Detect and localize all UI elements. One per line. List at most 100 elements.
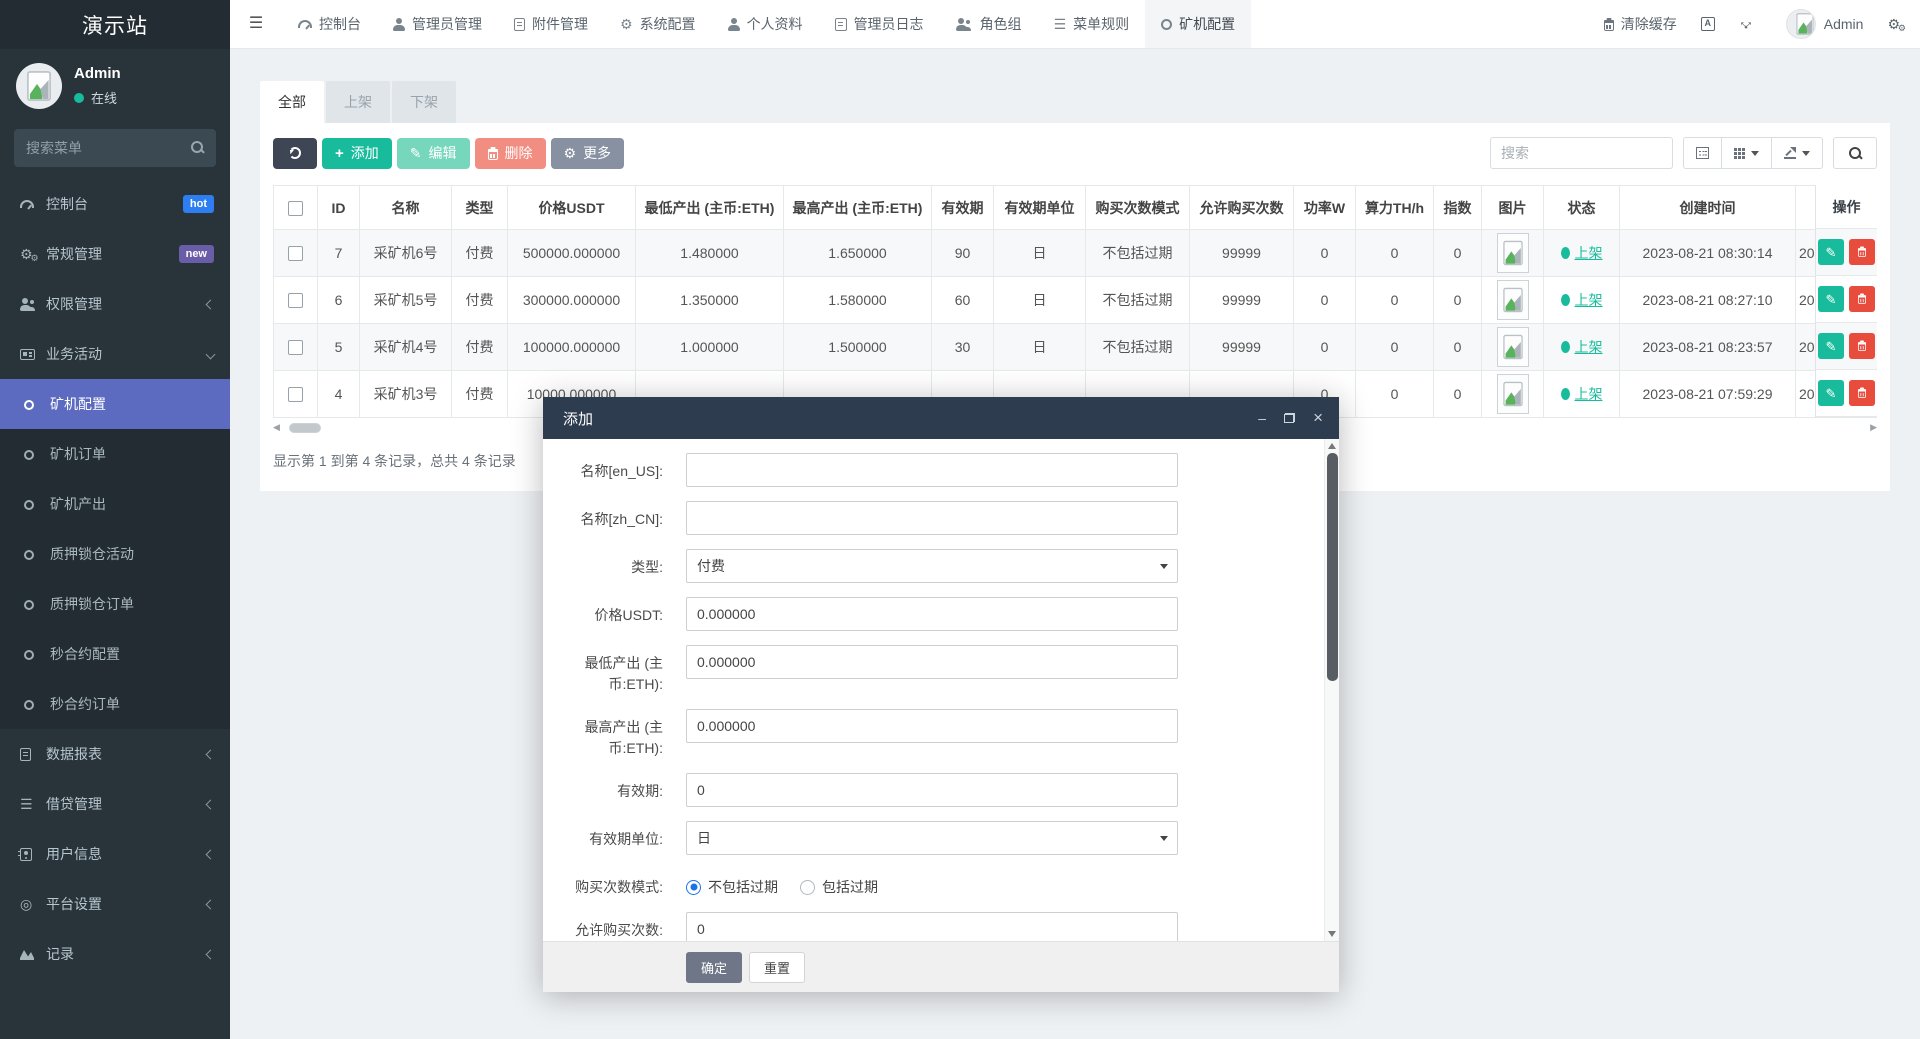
- sidebar-subitem-2[interactable]: 矿机产出: [0, 479, 230, 529]
- select-value: 日: [697, 828, 711, 848]
- scroll-left-icon[interactable]: ◀: [273, 422, 280, 433]
- form-input-3[interactable]: [686, 597, 1178, 631]
- form-input-6[interactable]: [686, 773, 1178, 807]
- sidebar-subitem-0[interactable]: 矿机配置: [0, 379, 230, 429]
- top-nav-item-3[interactable]: ⚙系统配置: [604, 0, 712, 48]
- settings-gears-icon[interactable]: ⚙: [1887, 17, 1900, 31]
- status-label: 上架: [1575, 243, 1603, 263]
- sidebar-item-5[interactable]: ☰借贷管理: [0, 779, 230, 829]
- confirm-button[interactable]: 确定: [686, 952, 742, 983]
- sidebar-item-4[interactable]: 数据报表: [0, 729, 230, 779]
- radio-selected-icon[interactable]: [686, 880, 701, 895]
- status-badge[interactable]: 上架: [1561, 384, 1603, 404]
- row-image-thumbnail[interactable]: [1497, 374, 1529, 414]
- scroll-right-icon[interactable]: ▶: [1870, 422, 1877, 433]
- row-delete-button[interactable]: [1849, 286, 1875, 312]
- row-edit-button[interactable]: ✎: [1818, 380, 1844, 406]
- form-input-5[interactable]: [686, 709, 1178, 743]
- column-header: 图片: [1482, 186, 1544, 230]
- radio-icon[interactable]: [800, 880, 815, 895]
- row-edit-button[interactable]: ✎: [1818, 239, 1844, 265]
- dialog-titlebar[interactable]: 添加 – ×: [543, 397, 1339, 439]
- refresh-button[interactable]: [273, 138, 317, 169]
- row-delete-button[interactable]: [1849, 333, 1875, 359]
- table-search-input[interactable]: [1490, 137, 1673, 169]
- fullscreen-icon[interactable]: [1739, 17, 1754, 32]
- delete-button[interactable]: 删除: [475, 138, 546, 169]
- form-input-4[interactable]: [686, 645, 1178, 679]
- sidebar-item-2[interactable]: 权限管理: [0, 279, 230, 329]
- tab-2[interactable]: 下架: [392, 81, 456, 123]
- radio-option-0[interactable]: 不包括过期: [686, 877, 778, 897]
- sidebar-subitem-6[interactable]: 秒合约订单: [0, 679, 230, 729]
- status-badge[interactable]: 上架: [1561, 243, 1603, 263]
- close-icon[interactable]: ×: [1313, 408, 1323, 428]
- form-select-2[interactable]: 付费: [686, 549, 1178, 583]
- row-delete-button[interactable]: [1849, 239, 1875, 265]
- row-edit-button[interactable]: ✎: [1818, 286, 1844, 312]
- row-image-thumbnail[interactable]: [1497, 280, 1529, 320]
- sidebar-subitem-5[interactable]: 秒合约配置: [0, 629, 230, 679]
- status-badge[interactable]: 上架: [1561, 337, 1603, 357]
- reset-button[interactable]: 重置: [749, 952, 805, 983]
- sidebar-item-1[interactable]: ⚙常规管理new: [0, 229, 230, 279]
- top-nav-item-2[interactable]: 附件管理: [498, 0, 604, 48]
- columns-button[interactable]: [1722, 137, 1772, 169]
- sidebar-subitem-4[interactable]: 质押锁仓订单: [0, 579, 230, 629]
- sidebar-item-8[interactable]: 记录: [0, 929, 230, 979]
- top-nav-item-7[interactable]: ☰菜单规则: [1038, 0, 1146, 48]
- sidebar-subitem-3[interactable]: 质押锁仓活动: [0, 529, 230, 579]
- status-badge[interactable]: 上架: [1561, 290, 1603, 310]
- row-image-thumbnail[interactable]: [1497, 327, 1529, 367]
- sidebar-search-input[interactable]: [14, 129, 216, 167]
- sidebar-item-3[interactable]: 业务活动: [0, 329, 230, 379]
- sidebar-item-6[interactable]: 用户信息: [0, 829, 230, 879]
- top-nav-item-4[interactable]: 个人资料: [712, 0, 819, 48]
- tab-1[interactable]: 上架: [326, 81, 390, 123]
- data-table: ID名称类型价格USDT最低产出 (主币:ETH)最高产出 (主币:ETH)有效…: [273, 185, 1877, 418]
- navbar-user[interactable]: Admin: [1778, 9, 1864, 39]
- advanced-search-button[interactable]: [1833, 137, 1877, 169]
- row-checkbox[interactable]: [288, 340, 303, 355]
- sidebar-toggle-icon[interactable]: ☰: [230, 0, 282, 48]
- row-edit-button[interactable]: ✎: [1818, 333, 1844, 359]
- vertical-scrollbar[interactable]: [1324, 439, 1339, 941]
- row-image-thumbnail[interactable]: [1497, 233, 1529, 273]
- top-nav-item-5[interactable]: 管理员日志: [819, 0, 940, 48]
- scrollbar-thumb[interactable]: [289, 423, 321, 433]
- clear-cache-button[interactable]: 清除缓存: [1604, 14, 1677, 34]
- top-nav-item-0[interactable]: 控制台: [282, 0, 377, 48]
- tab-0[interactable]: 全部: [260, 81, 324, 123]
- export-button[interactable]: [1772, 137, 1823, 169]
- restore-icon[interactable]: [1284, 413, 1295, 423]
- form-input-1[interactable]: [686, 501, 1178, 535]
- top-nav-item-8[interactable]: 矿机配置: [1145, 0, 1251, 48]
- form-input-9[interactable]: [686, 912, 1178, 941]
- sidebar-item-0[interactable]: 控制台hot: [0, 179, 230, 229]
- radio-option-1[interactable]: 包括过期: [800, 877, 878, 897]
- scroll-down-icon[interactable]: [1328, 931, 1336, 937]
- sidebar-item-label: 控制台: [46, 194, 183, 214]
- scroll-up-icon[interactable]: [1328, 443, 1336, 449]
- sidebar-item-7[interactable]: ◎平台设置: [0, 879, 230, 929]
- row-delete-button[interactable]: [1849, 380, 1875, 406]
- row-checkbox[interactable]: [288, 387, 303, 402]
- edit-button[interactable]: ✎编辑: [397, 138, 470, 169]
- sidebar-subitem-1[interactable]: 矿机订单: [0, 429, 230, 479]
- scrollbar-thumb[interactable]: [1327, 453, 1338, 681]
- cell-idx: 0: [1434, 277, 1482, 324]
- avatar[interactable]: [16, 63, 62, 109]
- translate-icon[interactable]: A: [1701, 17, 1715, 31]
- minimize-icon[interactable]: –: [1258, 410, 1266, 426]
- form-input-0[interactable]: [686, 453, 1178, 487]
- badge-new: new: [179, 245, 214, 263]
- more-button[interactable]: ⚙更多: [551, 138, 625, 169]
- row-checkbox[interactable]: [288, 246, 303, 261]
- top-nav-item-6[interactable]: 角色组: [940, 0, 1038, 48]
- detail-view-button[interactable]: [1683, 137, 1722, 169]
- top-nav-item-1[interactable]: 管理员管理: [377, 0, 498, 48]
- add-button[interactable]: +添加: [322, 138, 392, 169]
- select-all-checkbox[interactable]: [288, 201, 303, 216]
- row-checkbox[interactable]: [288, 293, 303, 308]
- form-select-7[interactable]: 日: [686, 821, 1178, 855]
